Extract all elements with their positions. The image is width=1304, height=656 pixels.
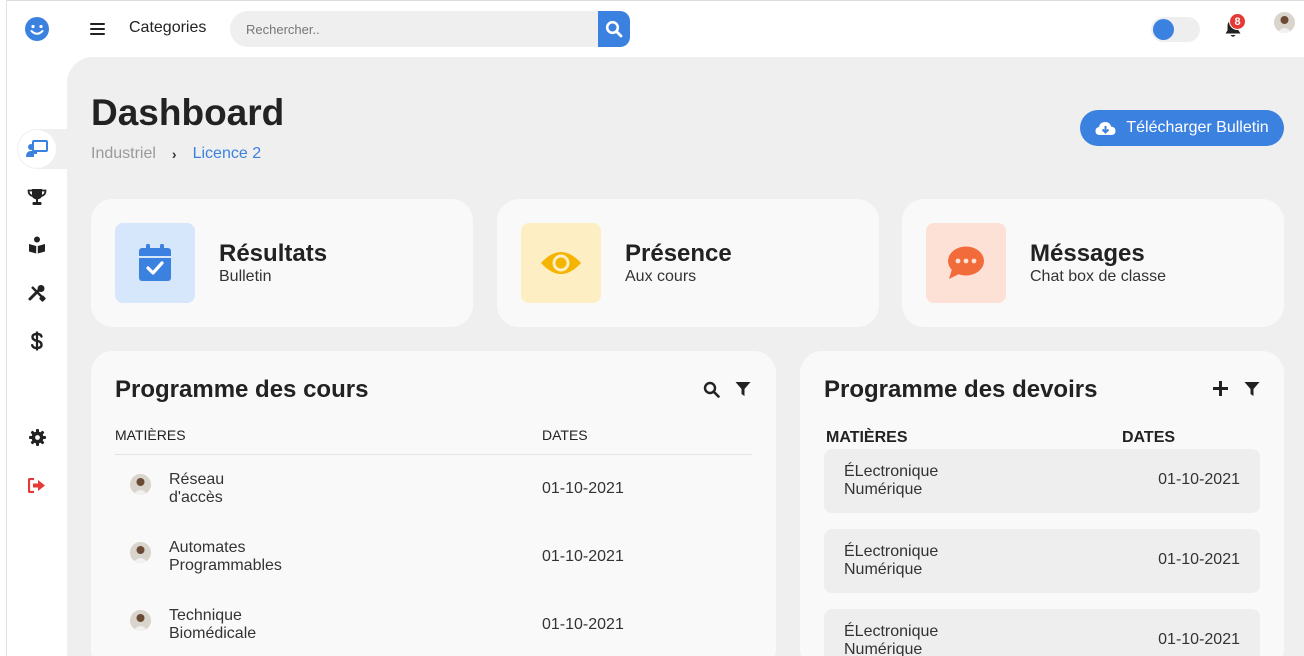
sidebar-item-payments[interactable]: [17, 321, 57, 361]
table-divider: [115, 454, 752, 455]
homework-subject-line: ÉLectronique: [844, 543, 939, 560]
course-date: 01-10-2021: [542, 480, 624, 497]
book-reader-icon: [29, 236, 45, 254]
homework-subject: ÉLectronique Numérique: [844, 463, 938, 499]
stat-card-resultats[interactable]: Résultats Bulletin: [91, 199, 473, 327]
stat-card-presence[interactable]: Présence Aux cours: [497, 199, 879, 327]
course-subject-line: Technique: [169, 607, 242, 624]
homework-subject-line: ÉLectronique: [844, 623, 939, 640]
homework-subject-line: Numérique: [844, 561, 923, 578]
homework-item[interactable]: ÉLectronique Numérique 01-10-2021: [824, 529, 1260, 593]
course-date: 01-10-2021: [542, 616, 624, 633]
stat-subtitle: Chat box de classe: [1030, 268, 1167, 285]
stat-title: Présence: [625, 240, 732, 267]
notification-badge: 8: [1229, 13, 1246, 30]
search-icon[interactable]: [703, 381, 720, 398]
sidebar-item-settings[interactable]: [17, 417, 57, 457]
filter-icon[interactable]: [735, 381, 751, 397]
homework-panel-title: Programme des devoirs: [824, 376, 1098, 403]
search-bar: [230, 11, 630, 47]
course-subject: Technique Biomédicale: [169, 607, 256, 643]
courses-panel-title: Programme des cours: [115, 376, 369, 403]
course-date: 01-10-2021: [542, 548, 624, 565]
sign-out-icon: [28, 477, 45, 493]
column-header-matieres: MATIÈRES: [826, 429, 908, 446]
dollar-icon: [31, 331, 43, 351]
page-title: Dashboard: [91, 92, 285, 133]
sidebar-item-reading[interactable]: [17, 225, 57, 265]
theme-toggle[interactable]: [1151, 17, 1200, 42]
stat-title: Méssages: [1030, 240, 1145, 267]
window-top-border: [0, 0, 1304, 1]
stat-subtitle: Bulletin: [219, 268, 272, 285]
chat-icon: [948, 246, 984, 279]
homework-date: 01-10-2021: [1158, 471, 1240, 488]
search-input[interactable]: [230, 11, 600, 47]
sidebar-item-classroom[interactable]: [17, 129, 67, 169]
stat-subtitle: Aux cours: [625, 268, 697, 285]
homework-subject: ÉLectronique Numérique: [844, 623, 938, 656]
gear-icon: [28, 428, 46, 446]
hamburger-menu-icon[interactable]: [90, 22, 106, 36]
breadcrumb-item-industriel[interactable]: Industriel: [91, 145, 156, 163]
homework-subject-line: Numérique: [844, 641, 923, 656]
column-header-dates: DATES: [542, 427, 588, 443]
column-header-matieres: MATIÈRES: [115, 427, 186, 443]
search-icon: [605, 20, 623, 38]
download-bulletin-label: Télécharger Bulletin: [1126, 119, 1269, 136]
homework-subject-line: Numérique: [844, 481, 923, 498]
course-subject-line: Automates: [169, 539, 246, 556]
calendar-check-icon: [139, 244, 171, 281]
eye-icon: [541, 252, 581, 274]
avatar: [130, 542, 151, 563]
homework-date: 01-10-2021: [1158, 631, 1240, 648]
tools-icon: [28, 285, 46, 302]
homework-item[interactable]: ÉLectronique Numérique 01-10-2021: [824, 449, 1260, 513]
breadcrumb-item-licence[interactable]: Licence 2: [193, 145, 262, 163]
homework-subject-line: ÉLectronique: [844, 463, 939, 480]
course-subject-line: Programmables: [169, 557, 282, 574]
breadcrumb: Industriel › Licence 2: [91, 145, 261, 163]
presentation-icon: [26, 140, 48, 157]
user-avatar[interactable]: [1274, 12, 1295, 33]
stat-icon-box: [926, 223, 1006, 303]
stat-title: Résultats: [219, 240, 328, 267]
course-subject: Réseau d'accès: [169, 471, 224, 507]
avatar: [130, 474, 151, 495]
course-subject-line: Réseau: [169, 471, 225, 488]
smiley-logo-icon[interactable]: [24, 16, 50, 42]
course-subject-line: d'accès: [169, 489, 223, 506]
stat-icon-box: [521, 223, 601, 303]
breadcrumb-chevron-icon: ›: [171, 146, 177, 162]
cloud-download-icon: [1095, 121, 1116, 135]
search-button[interactable]: [598, 11, 630, 47]
avatar: [130, 610, 151, 631]
sidebar-active-bubble: [18, 130, 56, 168]
download-bulletin-button[interactable]: Télécharger Bulletin: [1080, 110, 1284, 146]
stat-card-messages[interactable]: Méssages Chat box de classe: [902, 199, 1284, 327]
window-left-border: [0, 0, 7, 656]
sidebar-item-tools[interactable]: [17, 273, 57, 313]
homework-subject: ÉLectronique Numérique: [844, 543, 938, 579]
trophy-icon: [27, 189, 47, 205]
filter-icon[interactable]: [1244, 381, 1260, 397]
sidebar-item-trophy[interactable]: [17, 177, 57, 217]
plus-icon[interactable]: [1212, 380, 1229, 397]
course-subject-line: Biomédicale: [169, 625, 257, 642]
course-subject: Automates Programmables: [169, 539, 282, 575]
categories-menu[interactable]: Categories: [129, 19, 206, 37]
toggle-knob: [1153, 19, 1174, 40]
stat-icon-box: [115, 223, 195, 303]
homework-item[interactable]: ÉLectronique Numérique 01-10-2021: [824, 609, 1260, 656]
column-header-dates: DATES: [1122, 429, 1176, 446]
homework-date: 01-10-2021: [1158, 551, 1240, 568]
sidebar-item-logout[interactable]: [17, 465, 57, 505]
